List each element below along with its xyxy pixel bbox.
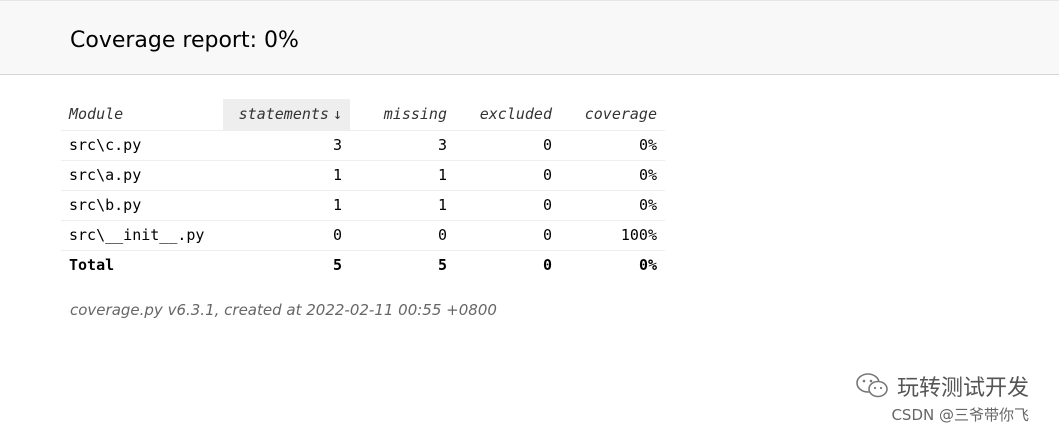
total-statements: 5 — [332, 256, 342, 275]
table-row: src\b.py 1 1 0 0% — [61, 190, 665, 221]
column-header-statements-label: statements — [238, 105, 329, 124]
watermark-author: CSDN @三爷带你飞 — [891, 406, 1029, 424]
report-header: Coverage report: 0% — [0, 0, 1059, 75]
column-header-missing[interactable]: missing — [350, 99, 455, 131]
module-link[interactable]: src\__init__.py — [61, 220, 223, 251]
excluded-cell: 0 — [455, 130, 560, 161]
total-label: Total — [69, 256, 115, 275]
sort-descending-icon: ↓ — [332, 105, 342, 124]
table-row: src\a.py 1 1 0 0% — [61, 160, 665, 191]
total-coverage: 0% — [638, 256, 657, 275]
statements-cell: 0 — [223, 220, 350, 251]
total-missing: 5 — [437, 256, 447, 275]
wechat-icon — [855, 372, 889, 400]
module-link[interactable]: src\a.py — [61, 160, 223, 191]
missing-cell: 1 — [350, 160, 455, 191]
watermark: 玩转测试开发 CSDN @三爷带你飞 — [855, 370, 1029, 425]
coverage-cell: 0% — [560, 190, 665, 221]
coverage-table: Module statements ↓ missing excluded cove… — [61, 99, 665, 280]
statements-cell: 3 — [223, 130, 350, 161]
column-header-module[interactable]: Module — [61, 99, 223, 131]
statements-cell: 1 — [223, 160, 350, 191]
column-header-statements[interactable]: statements ↓ — [223, 99, 350, 131]
footer-credits: coverage.py v6.3.1, created at 2022-02-1… — [70, 301, 497, 319]
module-link[interactable]: src\b.py — [61, 190, 223, 221]
excluded-cell: 0 — [455, 160, 560, 191]
column-header-excluded[interactable]: excluded — [455, 99, 560, 131]
coverage-cell: 100% — [560, 220, 665, 251]
coverage-cell: 0% — [560, 130, 665, 161]
column-header-coverage[interactable]: coverage — [560, 99, 665, 131]
coverage-cell: 0% — [560, 160, 665, 191]
missing-cell: 0 — [350, 220, 455, 251]
table-header-row: Module statements ↓ missing excluded cove… — [61, 99, 665, 131]
missing-cell: 1 — [350, 190, 455, 221]
table-row: src\__init__.py 0 0 0 100% — [61, 220, 665, 251]
watermark-brand: 玩转测试开发 — [855, 370, 1029, 402]
excluded-cell: 0 — [455, 220, 560, 251]
statements-cell: 1 — [223, 190, 350, 221]
page-title: Coverage report: 0% — [70, 28, 299, 53]
missing-cell: 3 — [350, 130, 455, 161]
module-link[interactable]: src\c.py — [61, 130, 223, 161]
table-row: src\c.py 3 3 0 0% — [61, 130, 665, 161]
watermark-brand-text: 玩转测试开发 — [896, 376, 1029, 401]
total-row: Total 5 5 0 0% — [61, 250, 665, 280]
excluded-cell: 0 — [455, 190, 560, 221]
total-excluded: 0 — [542, 256, 552, 275]
